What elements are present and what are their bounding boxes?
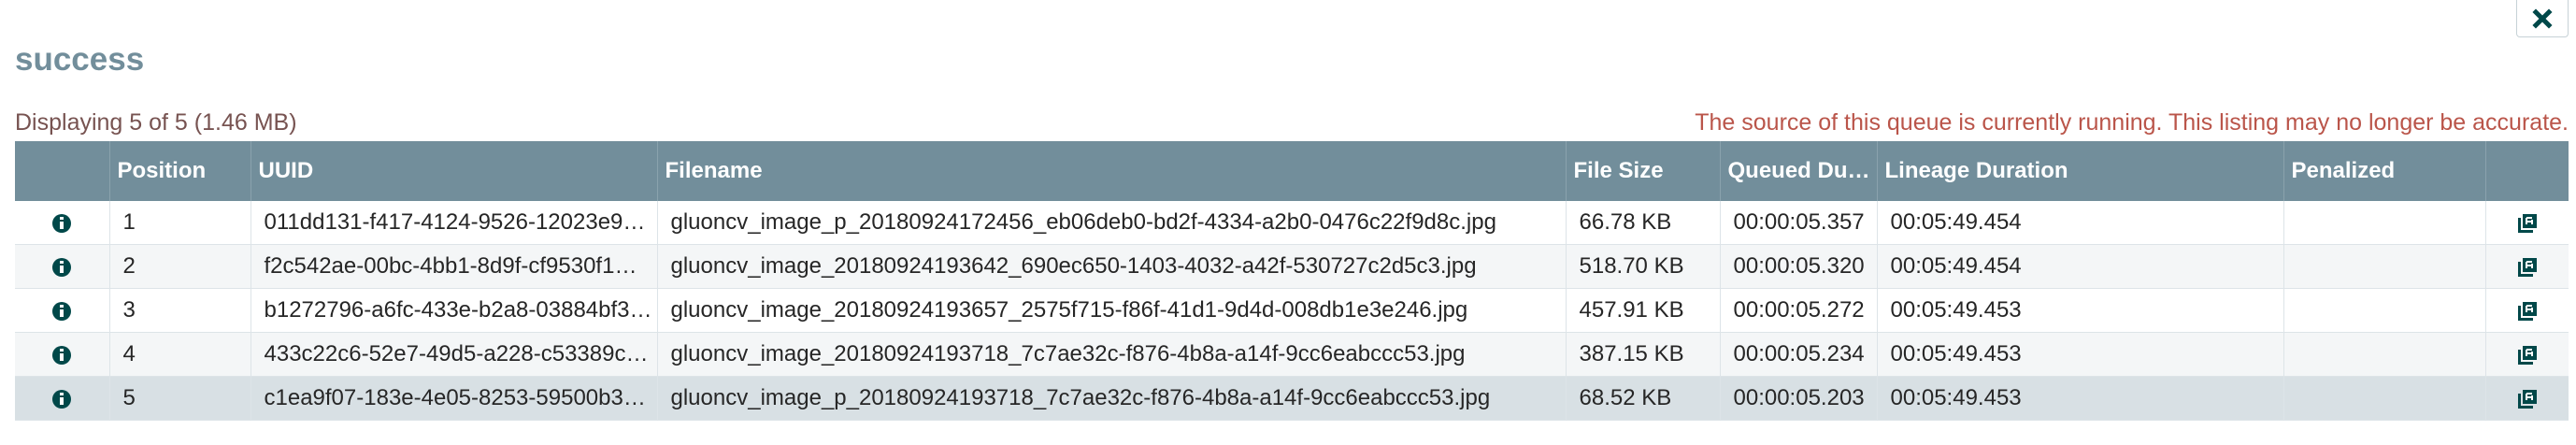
provenance-icon[interactable] (2516, 344, 2539, 366)
filename-cell: gluoncv_image_20180924193642_690ec650-14… (657, 244, 1567, 289)
provenance-cell[interactable] (2485, 332, 2569, 377)
details-cell[interactable] (15, 201, 110, 245)
lineage-duration-cell: 00:05:49.453 (1877, 332, 2284, 377)
column-header-details (15, 141, 110, 201)
column-header-uuid[interactable]: UUID (250, 141, 658, 201)
penalized-cell (2283, 288, 2486, 333)
lineage-duration-cell: 00:05:49.453 (1877, 376, 2284, 421)
provenance-icon[interactable] (2516, 212, 2539, 235)
position-cell: 5 (109, 376, 251, 421)
info-icon[interactable] (52, 213, 72, 233)
lineage-duration-cell: 00:05:49.453 (1877, 288, 2284, 333)
penalized-cell (2283, 244, 2486, 289)
info-icon[interactable] (52, 257, 72, 277)
provenance-cell[interactable] (2485, 244, 2569, 289)
queue-listing-table: Position UUID Filename File Size Queued … (15, 141, 2569, 421)
penalized-cell (2283, 376, 2486, 421)
provenance-icon[interactable] (2516, 256, 2539, 279)
penalized-cell (2283, 201, 2486, 245)
file-size-cell: 518.70 KB (1566, 244, 1721, 289)
details-cell[interactable] (15, 332, 110, 377)
close-icon (2532, 7, 2553, 29)
uuid-cell: b1272796-a6fc-433e-b2a8-03884bf3… (250, 288, 658, 333)
provenance-cell[interactable] (2485, 288, 2569, 333)
file-size-cell: 66.78 KB (1566, 201, 1721, 245)
filename-cell: gluoncv_image_p_20180924193718_7c7ae32c-… (657, 376, 1567, 421)
queued-duration-cell: 00:00:05.357 (1720, 201, 1878, 245)
filename-cell: gluoncv_image_20180924193718_7c7ae32c-f8… (657, 332, 1567, 377)
filename-cell: gluoncv_image_p_20180924172456_eb06deb0-… (657, 201, 1567, 245)
queue-running-warning: The source of this queue is currently ru… (1695, 109, 2569, 136)
position-cell: 3 (109, 288, 251, 333)
column-header-queued-duration[interactable]: Queued Dur… (1720, 141, 1878, 201)
queued-duration-cell: 00:00:05.272 (1720, 288, 1878, 333)
position-cell: 4 (109, 332, 251, 377)
provenance-icon[interactable] (2516, 300, 2539, 323)
uuid-cell: 011dd131-f417-4124-9526-12023e9… (250, 201, 658, 245)
position-cell: 2 (109, 244, 251, 289)
uuid-cell: f2c542ae-00bc-4bb1-8d9f-cf9530f1… (250, 244, 658, 289)
column-header-actions (2485, 141, 2569, 201)
info-icon[interactable] (52, 345, 72, 365)
lineage-duration-cell: 00:05:49.454 (1877, 201, 2284, 245)
queued-duration-cell: 00:00:05.203 (1720, 376, 1878, 421)
table-row[interactable]: 3 b1272796-a6fc-433e-b2a8-03884bf3… gluo… (15, 288, 2569, 333)
file-size-cell: 387.15 KB (1566, 332, 1721, 377)
details-cell[interactable] (15, 288, 110, 333)
provenance-cell[interactable] (2485, 376, 2569, 421)
info-icon[interactable] (52, 389, 72, 409)
details-cell[interactable] (15, 244, 110, 289)
file-size-cell: 68.52 KB (1566, 376, 1721, 421)
queued-duration-cell: 00:00:05.234 (1720, 332, 1878, 377)
column-header-position[interactable]: Position (109, 141, 251, 201)
provenance-cell[interactable] (2485, 201, 2569, 245)
table-header-row: Position UUID Filename File Size Queued … (15, 141, 2569, 201)
table-row[interactable]: 1 011dd131-f417-4124-9526-12023e9… gluon… (15, 201, 2569, 245)
provenance-icon[interactable] (2516, 388, 2539, 410)
table-row[interactable]: 2 f2c542ae-00bc-4bb1-8d9f-cf9530f1… gluo… (15, 244, 2569, 289)
page-title: success (15, 41, 145, 78)
column-header-filename[interactable]: Filename (657, 141, 1567, 201)
column-header-file-size[interactable]: File Size (1566, 141, 1721, 201)
position-cell: 1 (109, 201, 251, 245)
uuid-cell: c1ea9f07-183e-4e05-8253-59500b3… (250, 376, 658, 421)
lineage-duration-cell: 00:05:49.454 (1877, 244, 2284, 289)
info-icon[interactable] (52, 301, 72, 321)
file-size-cell: 457.91 KB (1566, 288, 1721, 333)
filename-cell: gluoncv_image_20180924193657_2575f715-f8… (657, 288, 1567, 333)
uuid-cell: 433c22c6-52e7-49d5-a228-c53389c… (250, 332, 658, 377)
table-row[interactable]: 4 433c22c6-52e7-49d5-a228-c53389c… gluon… (15, 332, 2569, 377)
column-header-penalized[interactable]: Penalized (2283, 141, 2486, 201)
close-button[interactable] (2516, 0, 2569, 37)
table-row[interactable]: 5 c1ea9f07-183e-4e05-8253-59500b3… gluon… (15, 376, 2569, 421)
details-cell[interactable] (15, 376, 110, 421)
listing-count: Displaying 5 of 5 (1.46 MB) (15, 109, 297, 136)
penalized-cell (2283, 332, 2486, 377)
column-header-lineage-duration[interactable]: Lineage Duration (1877, 141, 2284, 201)
queued-duration-cell: 00:00:05.320 (1720, 244, 1878, 289)
